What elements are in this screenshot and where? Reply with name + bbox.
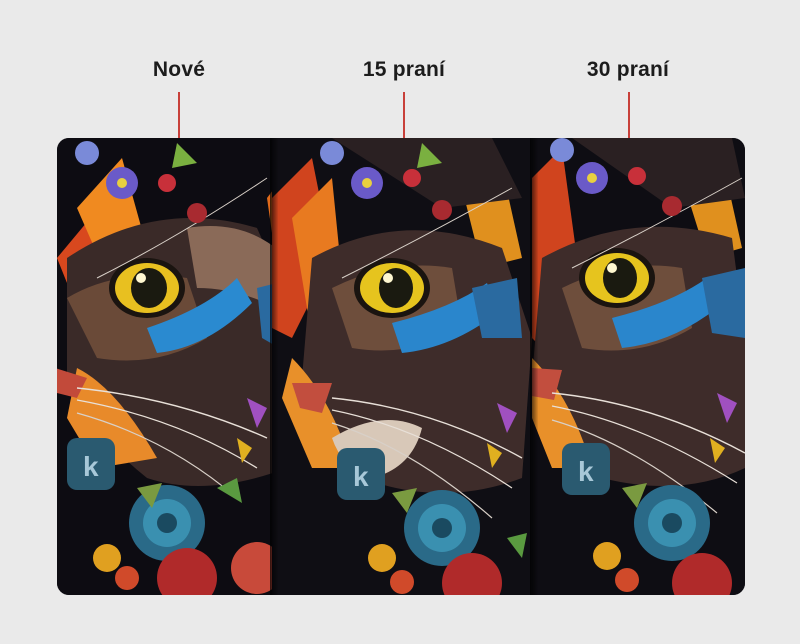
label-30-washes: 30 praní [586,58,670,81]
label-new: Nové [152,58,206,81]
fabric-panel-new: k [57,138,272,595]
svg-text:k: k [353,461,369,492]
panel-seam-1 [270,138,278,595]
panel-seam-2 [530,138,538,595]
fabric-panel-15-washes: k [272,138,532,595]
leader-line-15-washes [403,92,405,142]
svg-text:k: k [578,456,594,487]
fabric-comparison-photo: k k k [57,138,745,595]
svg-text:k: k [83,451,99,482]
label-15-washes: 15 praní [362,58,446,81]
fabric-panel-30-washes: k [532,138,745,595]
